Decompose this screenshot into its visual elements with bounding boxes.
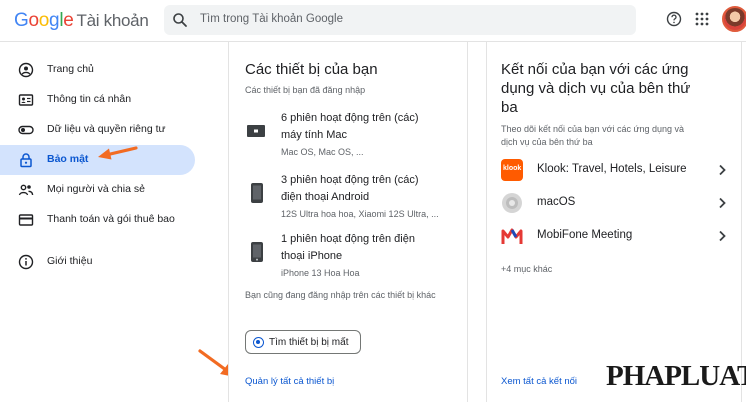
sidebar-item-label: Mọi người và chia sẻ — [47, 183, 145, 195]
devices-subtitle: Các thiết bị bạn đã đăng nhập — [245, 85, 366, 95]
logo-letter: G — [14, 10, 29, 31]
device-group-line[interactable]: máy tính Mac — [281, 127, 347, 144]
sidebar-item-people-sharing[interactable]: Mọi người và chia sẻ — [0, 175, 195, 205]
lock-icon — [20, 153, 32, 168]
devices-title: Các thiết bị của bạn — [245, 61, 378, 78]
google-account-logo[interactable]: Google Tài khoản — [14, 10, 149, 32]
sidebar-item-label: Thanh toán và gói thuê bao — [47, 213, 175, 225]
product-name: Tài khoản — [76, 11, 149, 30]
device-group-meta: Mac OS, Mac OS, ... — [281, 147, 364, 157]
connections-title-line: ba — [501, 99, 518, 116]
help-icon[interactable] — [666, 11, 682, 27]
more-connections-count[interactable]: +4 mục khác — [501, 264, 552, 274]
sidebar-item-label: Bảo mật — [47, 153, 89, 165]
logo-letter: e — [63, 10, 74, 31]
connection-row-macos[interactable]: macOS — [501, 191, 733, 217]
device-group-line[interactable]: thoại iPhone — [281, 248, 342, 265]
connections-card: Kết nối của bạn với các ứng dụng và dịch… — [486, 42, 742, 402]
connection-row-mobifone[interactable]: MobiFone Meeting — [501, 224, 733, 250]
device-group-line[interactable]: 1 phiên hoạt động trên điện — [281, 231, 415, 248]
top-bar: Google Tài khoản Tìm trong Tài khoản Goog… — [0, 0, 746, 42]
watermark-logo: PHAPLUAT — [606, 360, 746, 392]
sidebar-item-data-privacy[interactable]: Dữ liệu và quyền riêng tư — [0, 115, 195, 145]
logo-letter: g — [49, 10, 60, 31]
toggle-icon — [18, 125, 34, 135]
sidebar-item-about[interactable]: Giới thiệu — [0, 247, 195, 277]
credit-card-icon — [18, 214, 34, 226]
connection-row-klook[interactable]: klook Klook: Travel, Hotels, Leisure — [501, 158, 733, 184]
connection-app-name: MobiFone Meeting — [537, 229, 633, 241]
home-icon — [18, 62, 34, 78]
sidebar-item-label: Dữ liệu và quyền riêng tư — [47, 123, 166, 135]
logo-letter: o — [38, 10, 50, 31]
find-lost-device-label: Tìm thiết bị bị mất — [269, 337, 349, 348]
mobifone-icon — [501, 228, 523, 244]
chevron-right-icon — [719, 197, 726, 209]
android-phone-icon — [251, 183, 263, 203]
info-icon — [18, 254, 34, 270]
connection-app-name: macOS — [537, 196, 576, 208]
device-group-line[interactable]: 3 phiên hoạt động trên (các) — [281, 172, 419, 189]
sidebar-item-label: Giới thiệu — [47, 255, 93, 267]
search-icon[interactable] — [172, 12, 188, 28]
laptop-icon — [247, 125, 265, 137]
search-input[interactable]: Tìm trong Tài khoản Google — [164, 5, 636, 35]
chevron-right-icon — [719, 230, 726, 242]
sidebar-item-label: Thông tin cá nhân — [47, 93, 132, 105]
device-group-line[interactable]: 6 phiên hoạt động trên (các) — [281, 110, 419, 127]
klook-icon-text: klook — [503, 165, 522, 172]
connections-subtitle-line: Theo dõi kết nối của bạn với các ứng dụn… — [501, 124, 685, 134]
devices-card: Các thiết bị của bạn Các thiết bị bạn đã… — [228, 42, 468, 402]
avatar[interactable] — [722, 6, 746, 32]
klook-icon: klook — [501, 159, 523, 181]
manage-all-devices-link[interactable]: Quản lý tất cả thiết bị — [245, 376, 334, 387]
connections-title-line: Kết nối của bạn với các ứng — [501, 61, 689, 78]
view-all-connections-link[interactable]: Xem tất cả kết nối — [501, 376, 577, 387]
annotation-arrow-icon — [98, 146, 138, 160]
sidebar-item-label: Trang chủ — [47, 63, 94, 75]
sidebar-item-personal-info[interactable]: Thông tin cá nhân — [0, 85, 195, 115]
device-group-meta: 12S Ultra hoa hoa, Xiaomi 12S Ultra, ... — [281, 209, 439, 219]
find-lost-device-button[interactable]: Tìm thiết bị bị mất — [245, 330, 361, 354]
sidebar-item-home[interactable]: Trang chủ — [0, 55, 195, 85]
search-placeholder: Tìm trong Tài khoản Google — [200, 13, 343, 25]
macos-icon — [502, 193, 522, 213]
device-group-line[interactable]: điện thoại Android — [281, 189, 369, 206]
sidebar-item-payments[interactable]: Thanh toán và gói thuê bao — [0, 205, 195, 235]
other-devices-note: Bạn cũng đang đăng nhập trên các thiết b… — [245, 290, 436, 300]
connections-subtitle-line: dịch vụ của bên thứ ba — [501, 137, 593, 147]
connection-app-name: Klook: Travel, Hotels, Leisure — [537, 163, 687, 175]
people-icon — [18, 184, 34, 196]
id-card-icon — [18, 94, 34, 106]
connections-title-line: dụng và dịch vụ của bên thứ — [501, 80, 691, 97]
logo-letter: o — [28, 10, 39, 31]
radio-icon — [253, 337, 264, 348]
chevron-right-icon — [719, 164, 726, 176]
device-group-meta: iPhone 13 Hoa Hoa — [281, 268, 360, 278]
iphone-icon — [251, 242, 263, 262]
apps-grid-icon[interactable] — [695, 12, 709, 26]
